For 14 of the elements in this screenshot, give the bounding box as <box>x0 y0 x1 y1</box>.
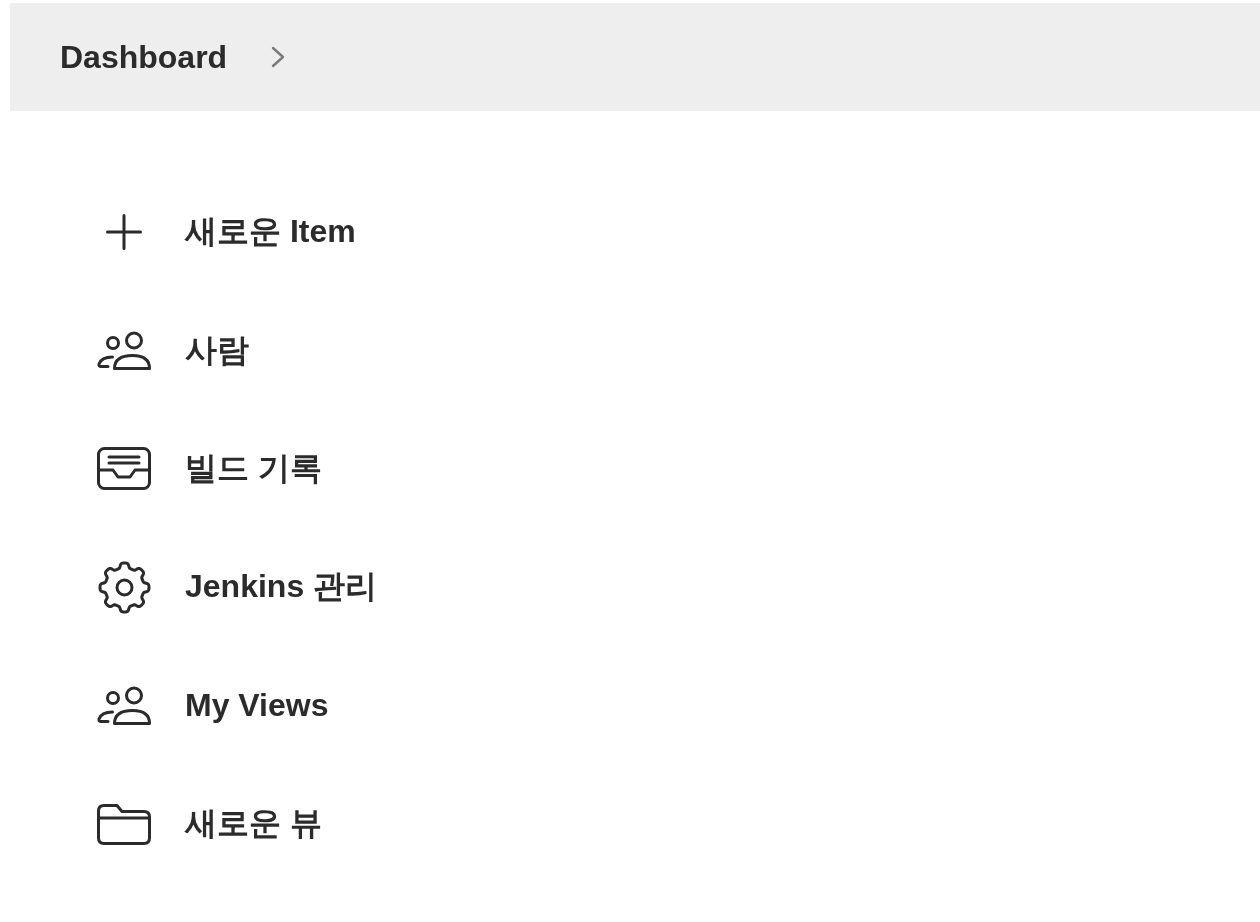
menu-item[interactable]: My Views <box>97 685 329 726</box>
menu-item[interactable]: Jenkins 관리 <box>97 560 378 614</box>
chevron-icon <box>271 46 286 68</box>
menu-item[interactable]: 빌드 기록 <box>97 446 322 491</box>
folder-icon <box>97 803 151 846</box>
breadcrumb-link[interactable]: Dashboard <box>60 38 228 76</box>
people-icon <box>97 330 151 371</box>
gear-icon <box>97 560 151 614</box>
menu-item[interactable]: 사람 <box>97 328 249 373</box>
menu-item[interactable]: 새로운 Item <box>97 210 356 255</box>
plus-icon <box>106 214 142 251</box>
menu-item[interactable]: 새로운 뷰 <box>97 802 322 847</box>
people-icon <box>97 685 151 726</box>
inbox-icon <box>97 447 151 491</box>
